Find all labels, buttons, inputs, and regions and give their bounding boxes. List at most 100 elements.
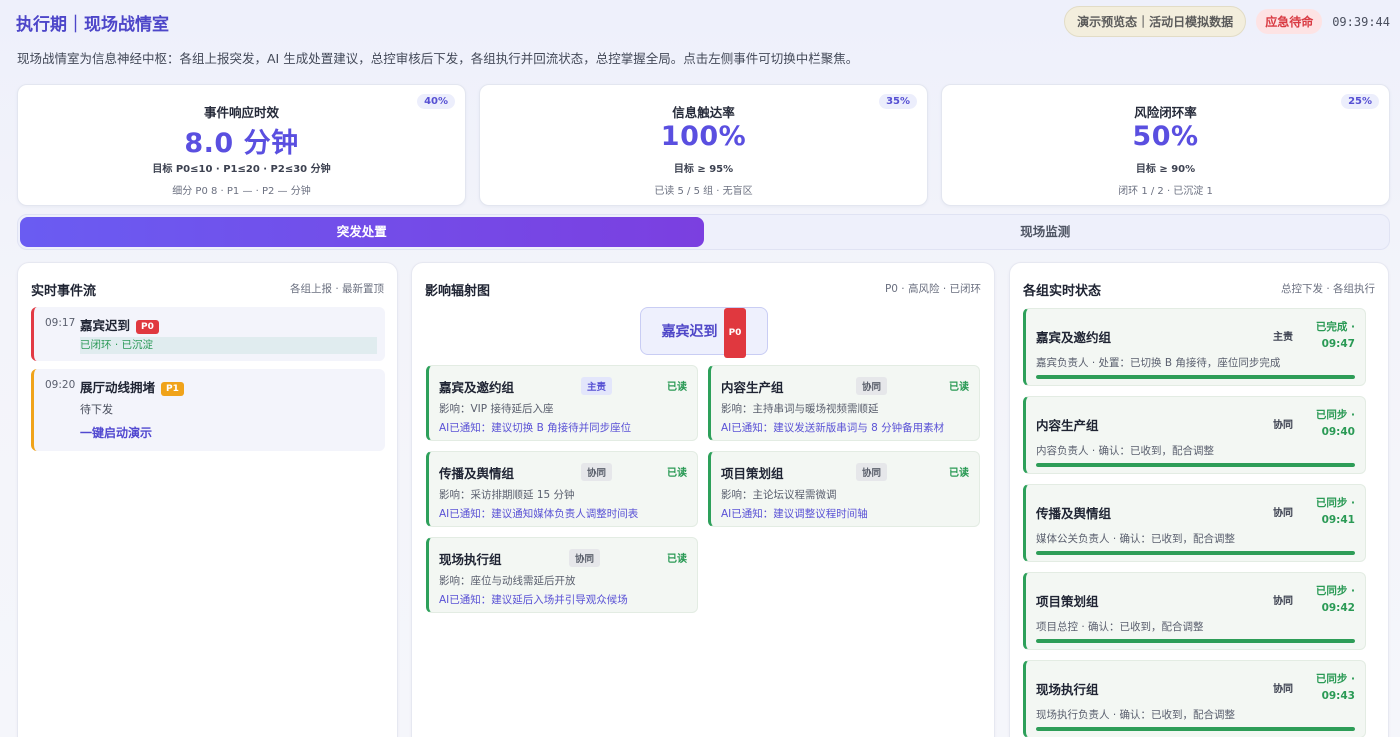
role-badge: 协同 [581, 463, 613, 481]
group-name: 内容生产组 [1036, 418, 1099, 433]
impact-node-planning-group[interactable]: 项目策划组 协同 已读 影响：主论坛议程需微调 AI已通知：建议调整议程时间轴 [708, 451, 980, 527]
event-name: 展厅动线拥堵 P1 [80, 377, 184, 396]
group-description: 内容负责人 · 确认：已收到，配合调整 [1036, 445, 1215, 457]
node-name: 传播及舆情组 [439, 466, 515, 481]
group-name: 项目策划组 [1036, 594, 1099, 609]
event-time: 09:17 [45, 317, 76, 329]
read-status: 已读 [667, 468, 687, 479]
impact-node-execution-group[interactable]: 现场执行组 协同 已读 影响：座位与动线需延后开放 AI已通知：建议延后入场并引… [426, 537, 698, 613]
impact-node-guest-group[interactable]: 嘉宾及邀约组 主责 已读 影响：VIP 接待延后入座 AI已通知：建议切换 B … [426, 365, 698, 441]
node-impact: 影响：采访排期顺延 15 分钟 [439, 489, 575, 501]
kpi-card-response-time: 40% 事件响应时效 8.0 分钟 目标 P0≤10 · P1≤20 · P2≤… [17, 84, 466, 206]
group-description: 嘉宾负责人 · 处置：已切换 B 角接待，座位同步完成 [1036, 357, 1281, 369]
role-badge: 协同 [569, 549, 601, 567]
node-name: 内容生产组 [721, 380, 784, 395]
impact-node-content-group[interactable]: 内容生产组 协同 已读 影响：主持串词与暖场视频需顺延 AI已通知：建议发送新版… [708, 365, 980, 441]
group-description: 项目总控 · 确认：已收到，配合调整 [1036, 621, 1204, 633]
group-description: 现场执行负责人 · 确认：已收到，配合调整 [1036, 709, 1236, 721]
tab-incident-handling[interactable]: 突发处置 [20, 217, 704, 247]
group-status-card[interactable]: 传播及舆情组 协同 已同步 · 09:41 媒体公关负责人 · 确认：已收到，配合… [1023, 484, 1366, 562]
role-badge: 协同 [856, 463, 888, 481]
group-state-time: 09:40 [1321, 426, 1355, 438]
group-state-text: 已完成 · [1315, 321, 1355, 333]
group-progress-bar [1036, 639, 1355, 643]
group-progress-bar [1036, 551, 1355, 555]
kpi-label: 信息触达率 [672, 105, 735, 120]
group-status-card[interactable]: 项目策划组 协同 已同步 · 09:42 项目总控 · 确认：已收到，配合调整 [1023, 572, 1366, 650]
event-status: 待下发 [80, 403, 113, 416]
kpi-value: 50% [1132, 121, 1199, 152]
group-status-card[interactable]: 嘉宾及邀约组 主责 已完成 · 09:47 嘉宾负责人 · 处置：已切换 B 角接… [1023, 308, 1366, 386]
group-state-text: 已同步 · [1315, 497, 1355, 509]
header-status-area: 演示预览态｜活动日模拟数据 应急待命 09:39:44 [1064, 6, 1390, 37]
start-demo-button[interactable]: 一键启动演示 [80, 424, 152, 441]
node-impact: 影响：主持串词与暖场视频需顺延 [721, 403, 879, 415]
node-ai-notice: AI已通知：建议通知媒体负责人调整时间表 [439, 508, 639, 520]
kpi-card-reach-rate: 35% 信息触达率 100% 目标 ≥ 95% 已读 5 / 5 组 · 无盲区 [479, 84, 928, 206]
group-state: 已同步 · 09:42 [1316, 583, 1355, 617]
header: 执行期｜现场战情室 演示预览态｜活动日模拟数据 应急待命 09:39:44 [16, 6, 1390, 37]
group-state-text: 已同步 · [1315, 673, 1355, 685]
event-item-hall-congestion[interactable]: 09:20 展厅动线拥堵 P1 待下发 一键启动演示 [31, 369, 385, 451]
kpi-value: 8.0 分钟 [184, 128, 299, 159]
node-ai-notice: AI已通知：建议切换 B 角接待并同步座位 [439, 422, 632, 434]
page-description: 现场战情室为信息神经中枢：各组上报突发，AI 生成处置建议，总控审核后下发，各组… [17, 51, 859, 66]
group-status-card[interactable]: 现场执行组 协同 已同步 · 09:43 现场执行负责人 · 确认：已收到，配合调… [1023, 660, 1366, 737]
panel-meta: P0 · 高风险 · 已闭环 [884, 283, 981, 295]
group-progress-bar [1036, 463, 1355, 467]
kpi-target: 目标 ≥ 95% [673, 164, 734, 175]
group-name: 现场执行组 [1036, 682, 1099, 697]
group-role: 协同 [1273, 596, 1293, 607]
kpi-target: 目标 P0≤10 · P1≤20 · P2≤30 分钟 [152, 164, 331, 175]
event-status: 已闭环 · 已沉淀 [80, 337, 377, 354]
center-event-name: 嘉宾迟到 [661, 324, 718, 340]
role-badge: 主责 [581, 377, 613, 395]
kpi-detail: 细分 P0 8 · P1 — · P2 — 分钟 [172, 186, 311, 197]
kpi-card-risk-closure: 25% 风险闭环率 50% 目标 ≥ 90% 闭环 1 / 2 · 已沉淀 1 [941, 84, 1390, 206]
event-item-guest-late[interactable]: 09:17 嘉宾迟到 P0 已闭环 · 已沉淀 [31, 307, 385, 361]
priority-badge: P0 [136, 320, 159, 334]
tab-onsite-monitoring[interactable]: 现场监测 [704, 217, 1388, 247]
group-name: 嘉宾及邀约组 [1036, 330, 1112, 345]
emergency-standby-badge: 应急待命 [1256, 9, 1323, 34]
group-role: 主责 [1273, 332, 1293, 343]
group-progress-fill [1036, 551, 1355, 555]
kpi-detail: 闭环 1 / 2 · 已沉淀 1 [1118, 186, 1213, 197]
group-state-time: 09:42 [1321, 602, 1355, 614]
node-impact: 影响：主论坛议程需微调 [721, 489, 837, 501]
group-status-panel: 各组实时状态 总控下发 · 各组执行 嘉宾及邀约组 主责 已完成 · 09:47 … [1009, 262, 1389, 737]
group-state-text: 已同步 · [1315, 585, 1355, 597]
group-progress-fill [1036, 375, 1355, 379]
clock: 09:39:44 [1332, 14, 1390, 29]
node-impact: 影响：座位与动线需延后开放 [439, 575, 576, 587]
node-name: 嘉宾及邀约组 [439, 380, 515, 395]
impact-node-pr-group[interactable]: 传播及舆情组 协同 已读 影响：采访排期顺延 15 分钟 AI已通知：建议通知媒… [426, 451, 698, 527]
event-name-text: 嘉宾迟到 [80, 318, 131, 333]
page-title: 执行期｜现场战情室 [16, 15, 169, 35]
group-progress-bar [1036, 375, 1355, 379]
group-status-card[interactable]: 内容生产组 协同 已同步 · 09:40 内容负责人 · 确认：已收到，配合调整 [1023, 396, 1366, 474]
kpi-value: 100% [660, 121, 747, 152]
impact-center-event: 嘉宾迟到 P0 [640, 307, 768, 358]
group-role: 协同 [1273, 684, 1293, 695]
group-state-time: 09:43 [1321, 690, 1355, 702]
priority-badge: P1 [161, 382, 184, 396]
kpi-label: 事件响应时效 [203, 105, 279, 120]
panel-title: 实时事件流 [31, 284, 97, 299]
read-status: 已读 [667, 554, 687, 565]
role-badge: 协同 [856, 377, 888, 395]
panel-title: 各组实时状态 [1023, 284, 1102, 299]
read-status: 已读 [949, 468, 969, 479]
node-ai-notice: AI已通知：建议调整议程时间轴 [721, 508, 868, 520]
panel-meta: 各组上报 · 最新置顶 [289, 283, 384, 295]
group-progress-fill [1036, 727, 1355, 731]
node-name: 现场执行组 [439, 552, 502, 567]
kpi-row: 40% 事件响应时效 8.0 分钟 目标 P0≤10 · P1≤20 · P2≤… [17, 84, 1390, 206]
demo-mode-badge: 演示预览态｜活动日模拟数据 [1064, 6, 1247, 37]
group-progress-bar [1036, 727, 1355, 731]
view-tabs: 突发处置 现场监测 [17, 214, 1390, 250]
group-role: 协同 [1273, 508, 1293, 519]
group-progress-fill [1036, 639, 1355, 643]
event-time: 09:20 [45, 379, 76, 391]
group-state: 已同步 · 09:40 [1316, 407, 1355, 441]
